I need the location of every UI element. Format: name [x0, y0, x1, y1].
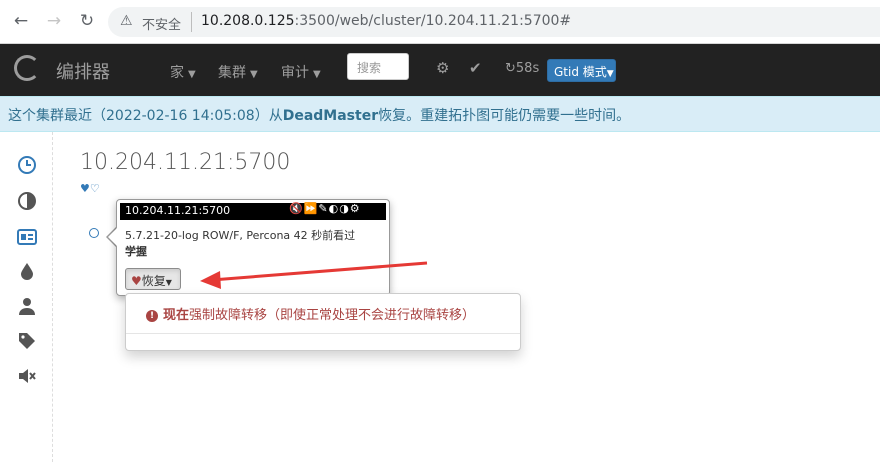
menu-audit[interactable]: 审计 ▼	[281, 62, 321, 82]
popover-arrow-inner	[108, 228, 117, 246]
menu-home-label: 家	[170, 65, 184, 81]
clock-icon[interactable]	[16, 155, 38, 177]
tint-icon[interactable]	[16, 261, 38, 283]
dropdown-divider	[126, 333, 520, 334]
caret-down-icon: ▼	[606, 69, 614, 79]
exclamation-circle-icon: !	[146, 310, 158, 322]
url-divider	[191, 12, 192, 32]
instance-version-line: 5.7.21-20-log ROW/F, Percona 42 秒前看过	[125, 229, 356, 242]
menu-cluster-label: 集群	[218, 65, 246, 81]
recover-label: 恢复	[141, 274, 166, 288]
tag-icon[interactable]	[16, 331, 38, 353]
instance-bold-line: 学握	[125, 245, 147, 258]
gtid-mode-button[interactable]: Gtid 模式▼	[547, 59, 616, 82]
reload-icon[interactable]: ↻	[76, 10, 98, 32]
heart-icon: ♥	[131, 274, 142, 288]
gtid-mode-label: Gtid 模式	[554, 65, 607, 79]
alert-suffix: 恢复。重建拓扑图可能仍需要一些时间。	[378, 108, 631, 124]
recover-button[interactable]: ♥恢复▼	[125, 268, 181, 290]
contrast-icon[interactable]	[16, 191, 38, 213]
caret-down-icon: ▼	[250, 69, 258, 80]
brand-name[interactable]: 编排器	[56, 58, 110, 84]
force-failover-item[interactable]: ! 现在强制故障转移（即使正常处理不会进行故障转移）	[146, 304, 475, 323]
warning-icon[interactable]: ⚠	[120, 13, 133, 29]
mute-icon[interactable]	[16, 366, 38, 388]
alert-prefix: 这个集群最近（2022-02-16 14:05:08）从	[8, 108, 283, 124]
caret-down-icon: ▼	[313, 69, 321, 80]
topology-node[interactable]	[89, 228, 99, 238]
caret-down-icon: ▼	[188, 69, 196, 80]
popover-title: 10.204.11.21:5700	[125, 204, 231, 217]
orchestrator-logo-icon[interactable]	[14, 55, 40, 81]
popover-tool-icons[interactable]: 🔇⏩✎◐◑⚙	[289, 202, 361, 215]
refresh-icon: ↻	[505, 61, 516, 76]
caret-down-icon: ▼	[165, 278, 172, 287]
url-host: 10.208.0.125	[201, 13, 295, 29]
security-label[interactable]: 不安全	[142, 14, 181, 33]
force-failover-bold: 现在	[163, 308, 190, 323]
back-icon[interactable]: ←	[10, 10, 32, 32]
search-input[interactable]: 搜索	[347, 53, 409, 80]
menu-cluster[interactable]: 集群 ▼	[218, 62, 258, 82]
menu-audit-label: 审计	[281, 65, 309, 81]
sidebar-divider	[52, 132, 54, 462]
check-circle-icon[interactable]: ✔	[469, 59, 482, 77]
gear-icon[interactable]: ⚙	[436, 59, 449, 77]
popover-body: 5.7.21-20-log ROW/F, Percona 42 秒前看过 学握	[125, 228, 387, 260]
menu-home[interactable]: 家 ▼	[170, 62, 196, 82]
refresh-timer-value: 58s	[515, 61, 540, 76]
forward-icon[interactable]: →	[43, 10, 65, 32]
refresh-timer[interactable]: ↻58s	[505, 61, 539, 76]
url-text[interactable]: 10.208.0.125:3500/web/cluster/10.204.11.…	[201, 13, 571, 29]
alert-highlight: DeadMaster	[282, 108, 379, 124]
url-path: :3500/web/cluster/10.204.11.21:5700#	[294, 13, 572, 29]
id-card-icon[interactable]	[16, 227, 38, 249]
heart-icon[interactable]: ♥♡	[80, 182, 100, 195]
recovery-alert-text: 这个集群最近（2022-02-16 14:05:08）从DeadMaster恢复…	[8, 105, 630, 125]
user-icon[interactable]	[16, 296, 38, 318]
force-failover-text: 强制故障转移（即使正常处理不会进行故障转移）	[189, 308, 476, 323]
cluster-title: 10.204.11.21:5700	[80, 150, 291, 175]
